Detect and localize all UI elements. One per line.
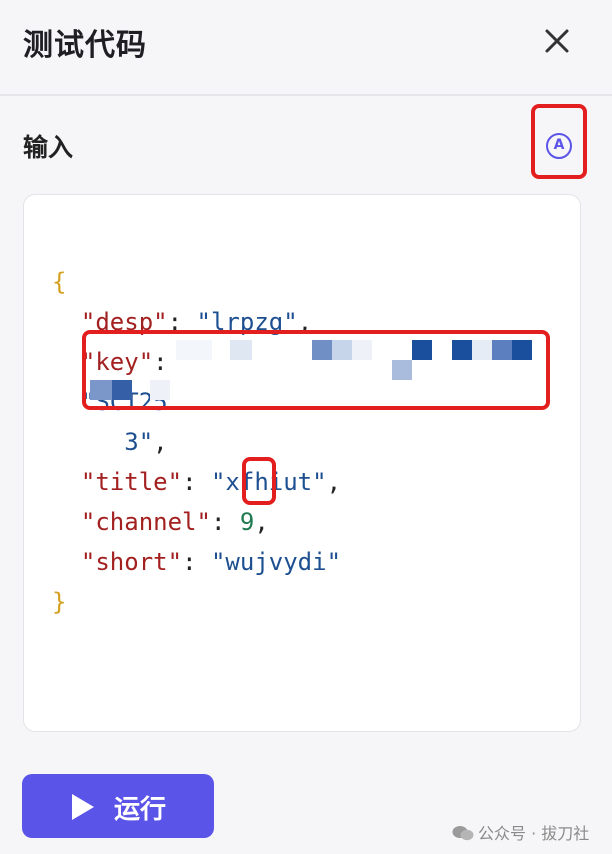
- play-icon: [72, 794, 94, 820]
- code-line: "channel": 9,: [52, 502, 341, 542]
- json-key: "short": [80, 548, 183, 576]
- json-key: "channel": [80, 508, 211, 536]
- comma: ,: [153, 428, 168, 456]
- code-line: 3",: [52, 422, 341, 462]
- json-string: "wujvydi": [210, 548, 342, 576]
- open-brace: {: [52, 268, 67, 296]
- code-line: {: [52, 262, 341, 302]
- wechat-icon: [452, 825, 474, 841]
- run-button[interactable]: 运行: [22, 774, 214, 838]
- code-content: { "desp": "lrpzg", "key": "SCT25 3", "ti…: [52, 222, 341, 662]
- key-highlight-box: [82, 330, 550, 410]
- run-button-label: 运行: [114, 795, 167, 825]
- json-number: 9: [239, 508, 255, 536]
- colon: :: [182, 468, 211, 496]
- dialog-title: 测试代码: [23, 28, 147, 63]
- code-line: }: [52, 582, 341, 622]
- comma: ,: [326, 468, 342, 496]
- code-line: "title": "xfhiut",: [52, 462, 341, 502]
- watermark-text: 公众号 · 拔刀社: [478, 824, 590, 843]
- close-icon[interactable]: [538, 22, 576, 60]
- format-a-icon: A: [546, 133, 572, 159]
- close-brace: }: [52, 588, 67, 616]
- code-line: "short": "wujvydi": [52, 542, 341, 582]
- colon: :: [182, 548, 211, 576]
- format-button[interactable]: A: [531, 104, 587, 179]
- json-string-redacted-end: 3": [124, 428, 154, 456]
- input-label: 输入: [23, 133, 74, 162]
- comma: ,: [254, 508, 269, 536]
- json-key: "title": [80, 468, 183, 496]
- channel-highlight-box: [242, 457, 276, 505]
- colon: :: [210, 508, 240, 536]
- dialog-header: 测试代码: [0, 0, 612, 96]
- watermark: 公众号 · 拔刀社: [452, 820, 589, 844]
